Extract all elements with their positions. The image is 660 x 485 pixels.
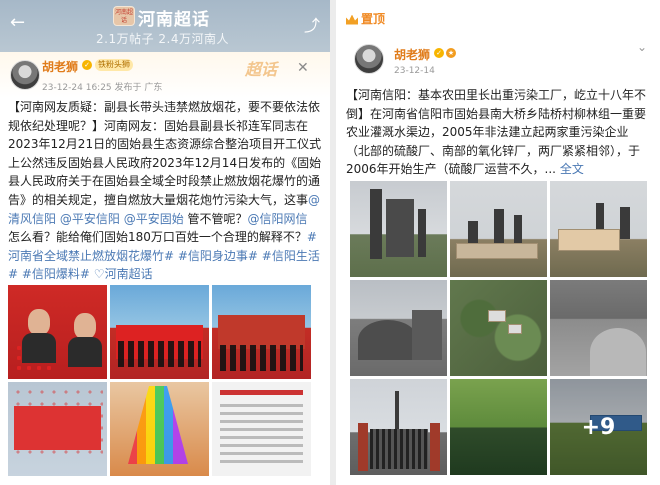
post-meta: 23-12-24 16:25 发布于 广东 <box>42 83 163 93</box>
mention-link[interactable]: @信阳网信 <box>248 212 308 226</box>
mention-link[interactable]: @平安信阳 <box>60 212 120 226</box>
crown-icon <box>346 14 358 25</box>
right-panel: 置顶 胡老狮 ✓ ★ 23-12-14 ⌄ 【河南信阳：基本农田里长出重污染工厂… <box>336 0 660 485</box>
photo-thumbnail[interactable] <box>450 280 547 376</box>
photo-thumbnail[interactable] <box>110 285 209 379</box>
photo-thumbnail[interactable] <box>350 181 447 277</box>
topic-link[interactable]: ♡河南超话 <box>94 267 153 281</box>
photo-thumbnail[interactable]: +9 <box>550 379 647 475</box>
photo-thumbnail[interactable] <box>8 285 107 379</box>
pinned-label: 置顶 <box>346 10 385 27</box>
photo-thumbnail[interactable] <box>212 285 311 379</box>
image-grid <box>8 285 311 476</box>
chaohua-tag: 超话 <box>245 60 278 79</box>
mention-link[interactable]: @平安固始 <box>124 212 184 226</box>
left-panel: ← 河南超话 河南超话 2.1万帖子 2.4万河南人 ⤴ 胡老狮 ✓ 铁粉头狮 … <box>0 0 330 485</box>
author-name[interactable]: 胡老狮 <box>42 58 78 75</box>
topic-logo: 河南超话 <box>113 6 135 26</box>
photo-thumbnail[interactable] <box>8 382 107 476</box>
avatar[interactable] <box>354 44 384 74</box>
post-text: 怎么看？能给俺们固始180万口百姓一个合理的解释不？ <box>8 230 307 245</box>
post-header: 胡老狮 ✓ 铁粉头狮 23-12-24 16:25 发布于 广东 <box>0 52 330 98</box>
topic-title: 河南超话 <box>138 10 210 30</box>
verified-icon: ✓ <box>82 60 92 70</box>
photo-thumbnail[interactable] <box>550 181 647 277</box>
photo-thumbnail[interactable] <box>212 382 311 476</box>
topic-link-label: 河南超话 <box>104 267 153 282</box>
photo-thumbnail[interactable] <box>350 280 447 376</box>
badge-icon: ★ <box>446 48 456 58</box>
post-text: 【河南网友质疑：副县长带头违禁燃放烟花，要不要依法依规依纪处理呢？】河南网友：固… <box>8 100 322 207</box>
post-date: 23-12-14 <box>394 66 435 76</box>
back-arrow-icon[interactable]: ← <box>10 12 25 33</box>
fan-badge: 铁粉头狮 <box>95 59 133 71</box>
verified-icon: ✓ <box>434 48 444 58</box>
post-body: 【河南网友质疑：副县长带头违禁燃放烟花，要不要依法依规依纪处理呢？】河南网友：固… <box>8 98 322 284</box>
author-name[interactable]: 胡老狮 <box>394 46 430 63</box>
image-grid: +9 <box>350 181 647 475</box>
post-text: 【河南信阳：基本农田里长出重污染工厂，屹立十八年不倒】在河南省信阳市固始县南大桥… <box>346 88 647 177</box>
pinned-text: 置顶 <box>361 12 386 26</box>
more-photos-count[interactable]: +9 <box>550 379 647 475</box>
topic-stats: 2.1万帖子 2.4万河南人 <box>96 32 229 46</box>
post-body: 【河南信阳：基本农田里长出重污染工厂，屹立十八年不倒】在河南省信阳市固始县南大桥… <box>346 86 650 179</box>
photo-thumbnail[interactable] <box>110 382 209 476</box>
topic-header: ← 河南超话 河南超话 2.1万帖子 2.4万河南人 ⤴ <box>0 0 330 52</box>
photo-thumbnail[interactable] <box>350 379 447 475</box>
post-text: 管不管呢？ <box>183 211 248 226</box>
full-text-link[interactable]: 全文 <box>560 162 584 176</box>
photo-thumbnail[interactable] <box>550 280 647 376</box>
photo-thumbnail[interactable] <box>450 181 547 277</box>
photo-thumbnail[interactable] <box>450 379 547 475</box>
chevron-down-icon[interactable]: ⌄ <box>637 40 647 54</box>
share-icon[interactable]: ⤴ <box>304 12 320 36</box>
close-icon[interactable]: ✕ <box>297 60 309 76</box>
avatar[interactable] <box>10 60 40 90</box>
